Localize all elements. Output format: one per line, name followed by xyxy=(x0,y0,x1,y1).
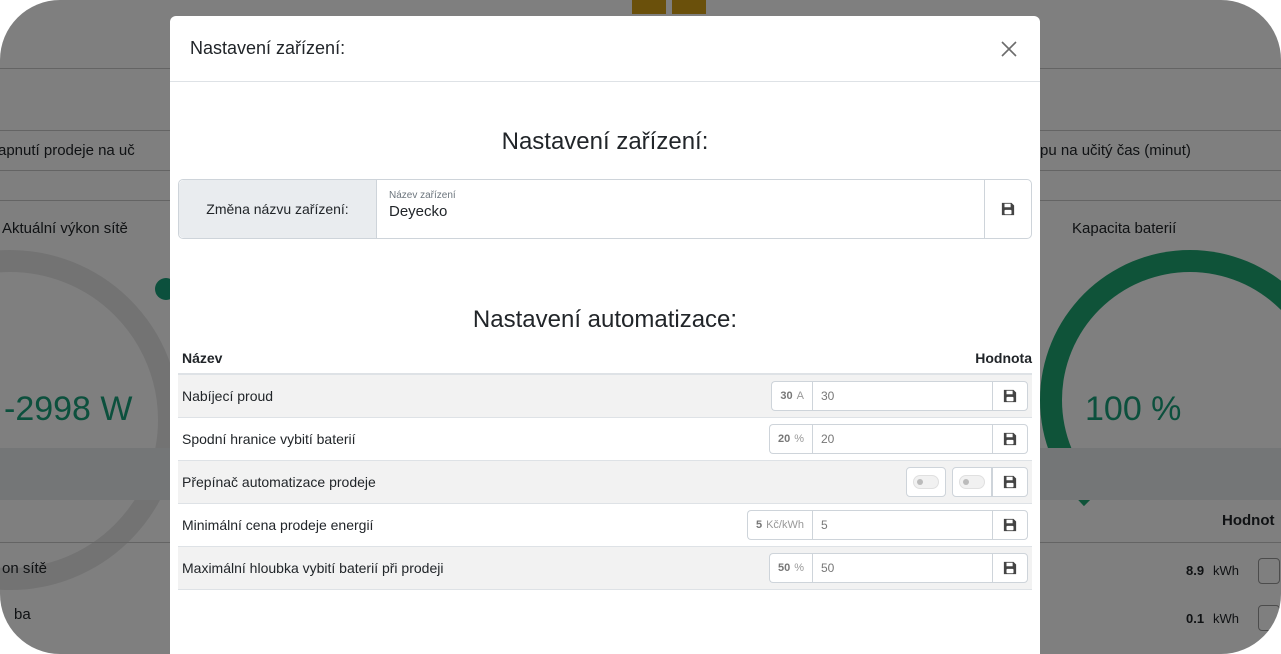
table-row: Maximální hloubka vybití baterií při pro… xyxy=(178,547,1032,590)
row-label: Minimální cena prodeje energií xyxy=(182,517,374,533)
floppy-disk-icon xyxy=(1003,561,1017,575)
row-label: Nabíjecí proud xyxy=(182,388,274,404)
floppy-disk-icon xyxy=(1003,475,1017,489)
save-button[interactable] xyxy=(992,381,1028,411)
save-device-name-button[interactable] xyxy=(984,180,1031,238)
close-button[interactable] xyxy=(995,35,1023,63)
floppy-disk-icon xyxy=(1003,432,1017,446)
device-name-field[interactable]: Název zařízení Deyecko xyxy=(377,180,984,238)
device-name-floating-label: Název zařízení xyxy=(389,190,456,201)
value-input[interactable]: 20 xyxy=(812,424,992,454)
device-settings-heading: Nastavení zařízení: xyxy=(501,128,709,155)
table-row: Spodní hranice vybití baterií 20% 20 xyxy=(178,418,1032,461)
row-label: Přepínač automatizace prodeje xyxy=(182,474,376,490)
table-row: Minimální cena prodeje energií 5 Kč/kWh 5 xyxy=(178,504,1032,547)
save-button[interactable] xyxy=(992,424,1028,454)
current-value-badge: 5 Kč/kWh xyxy=(746,510,812,540)
table-row: Přepínač automatizace prodeje xyxy=(178,461,1032,504)
column-value-header: Hodnota xyxy=(975,350,1032,366)
switch-icon xyxy=(959,475,985,489)
current-value-badge: 50% xyxy=(768,553,812,583)
current-state-toggle xyxy=(906,467,946,497)
automation-table-header: Název Hodnota xyxy=(178,343,1032,375)
floppy-disk-icon xyxy=(1003,389,1017,403)
save-button[interactable] xyxy=(992,510,1028,540)
modal-title: Nastavení zařízení: xyxy=(190,38,346,58)
column-name-header: Název xyxy=(182,350,223,366)
switch-icon xyxy=(913,475,939,489)
value-input[interactable]: 5 xyxy=(812,510,992,540)
close-icon xyxy=(1001,40,1017,57)
save-button[interactable] xyxy=(992,467,1028,497)
current-value-badge: 20% xyxy=(768,424,812,454)
current-value-badge: 30 A xyxy=(771,381,812,411)
device-settings-modal: Nastavení zařízení: Nastavení zařízení: … xyxy=(170,16,1040,654)
automation-toggle[interactable] xyxy=(952,467,992,497)
floppy-disk-icon xyxy=(1001,202,1015,216)
floppy-disk-icon xyxy=(1003,518,1017,532)
screen-frame: apnutí prodeje na uč pu na učitý čas (mi… xyxy=(0,0,1281,654)
value-input[interactable]: 30 xyxy=(812,381,992,411)
save-button[interactable] xyxy=(992,553,1028,583)
rename-label: Změna názvu zařízení: xyxy=(179,180,377,238)
row-label: Spodní hranice vybití baterií xyxy=(182,431,356,447)
device-name-input[interactable]: Deyecko xyxy=(389,203,972,220)
modal-header: Nastavení zařízení: xyxy=(170,16,1040,82)
value-input[interactable]: 50 xyxy=(812,553,992,583)
row-label: Maximální hloubka vybití baterií při pro… xyxy=(182,560,444,576)
modal-body: Nastavení zařízení: Změna názvu zařízení… xyxy=(170,128,1040,590)
table-row: Nabíjecí proud 30 A 30 xyxy=(178,375,1032,418)
rename-device-group: Změna názvu zařízení: Název zařízení Dey… xyxy=(178,179,1032,239)
automation-settings-heading: Nastavení automatizace: xyxy=(472,306,738,333)
